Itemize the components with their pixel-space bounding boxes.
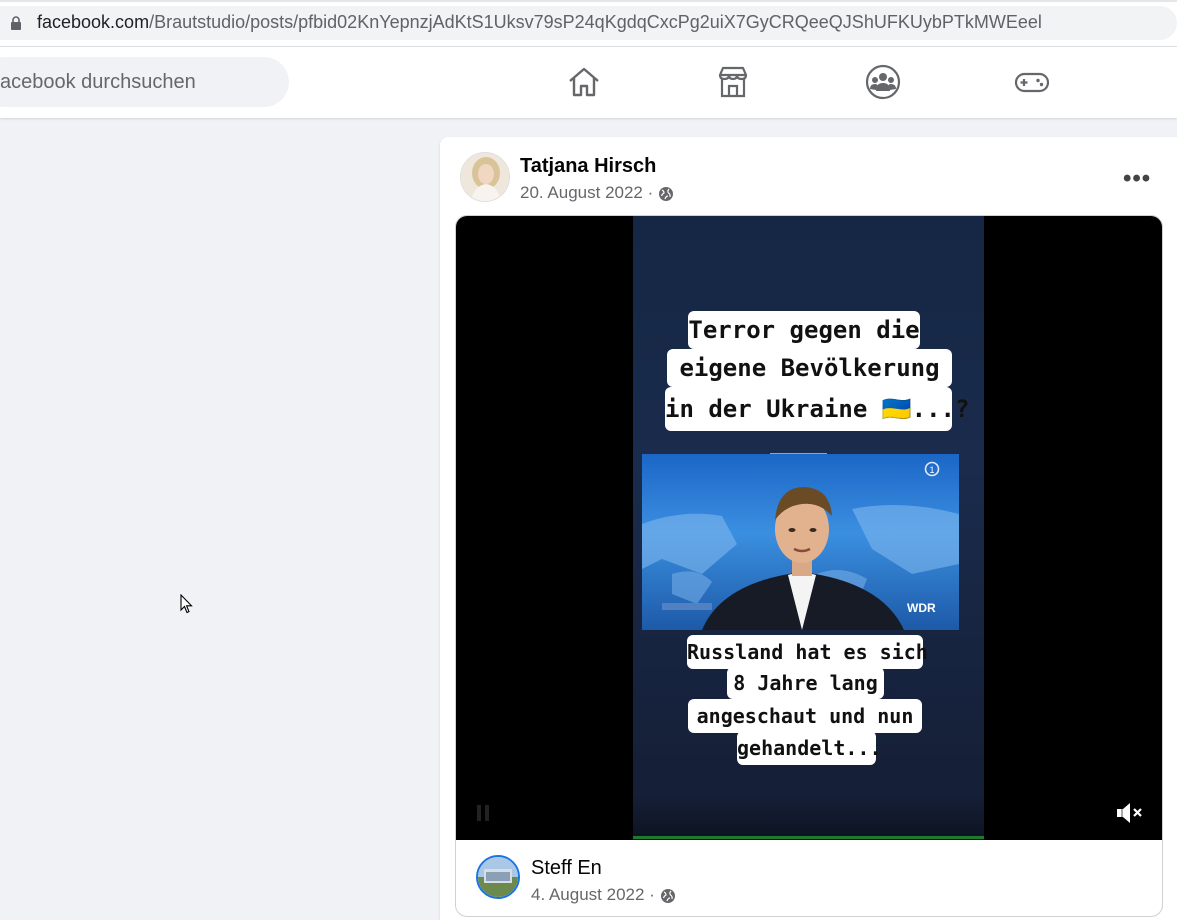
svg-text:1: 1 (929, 465, 934, 475)
caption-bottom-line-4: gehandelt... (737, 731, 882, 765)
search-input[interactable] (0, 57, 270, 107)
groups-icon[interactable] (865, 64, 901, 100)
shared-post-avatar[interactable] (476, 855, 520, 899)
news-clip: 1 WDR (642, 454, 959, 630)
caption-top-line-1: Terror gegen die (688, 311, 920, 349)
video-frame: Terror gegen die eigene Bevölkerung in d… (633, 216, 984, 840)
tab-strip (0, 0, 1177, 2)
caption-bottom-line-2: 8 Jahre lang (727, 667, 884, 699)
caption-bottom-line-3: angeschaut und nun (688, 699, 922, 733)
channel-logo: WDR (907, 601, 936, 615)
muted-speaker-icon[interactable] (1114, 798, 1144, 828)
post-author[interactable]: Tatjana Hirsch (520, 155, 656, 178)
mouse-cursor-icon (180, 594, 193, 614)
more-options-icon[interactable]: ••• (1123, 165, 1151, 193)
facebook-top-bar (0, 46, 1177, 118)
url-domain: facebook.com (37, 12, 150, 32)
shared-post[interactable]: Terror gegen die eigene Bevölkerung in d… (455, 215, 1163, 917)
search-box[interactable] (0, 57, 289, 107)
pause-icon[interactable] (476, 804, 490, 822)
browser-address-bar: facebook.com/Brautstudio/posts/pfbid02Kn… (0, 0, 1177, 46)
gaming-icon[interactable] (1014, 64, 1050, 100)
globe-icon[interactable] (660, 888, 676, 904)
shared-post-author[interactable]: Steff En (531, 857, 602, 880)
post-date[interactable]: 20. August 2022 · (520, 183, 674, 203)
profile-photo (461, 153, 509, 201)
shared-post-date[interactable]: 4. August 2022 · (531, 885, 676, 905)
url-field[interactable]: facebook.com/Brautstudio/posts/pfbid02Kn… (0, 6, 1177, 40)
url-text[interactable]: facebook.com/Brautstudio/posts/pfbid02Kn… (37, 12, 1042, 33)
avatar[interactable] (460, 152, 510, 202)
post-date-text[interactable]: 20. August 2022 · (520, 183, 653, 202)
caption-top-line-2: eigene Bevölkerung (667, 349, 952, 387)
url-path: /Brautstudio/posts/pfbid02KnYepnzjAdKtS1… (149, 12, 1042, 32)
caption-bottom-line-1: Russland hat es sich (687, 635, 928, 669)
post-card: Tatjana Hirsch 20. August 2022 · ••• Ter… (440, 137, 1177, 920)
video-player[interactable]: Terror gegen die eigene Bevölkerung in d… (456, 216, 1162, 840)
caption-top-line-3: in der Ukraine 🇺🇦...? (665, 387, 969, 431)
video-controls-overlay (456, 796, 1162, 840)
marketplace-icon[interactable] (715, 64, 751, 100)
video-progress-bar[interactable] (633, 836, 984, 839)
shared-profile-photo (478, 857, 518, 897)
shared-post-date-text[interactable]: 4. August 2022 · (531, 885, 655, 904)
lock-icon[interactable] (10, 16, 22, 30)
home-icon[interactable] (566, 64, 602, 100)
globe-icon[interactable] (658, 186, 674, 202)
